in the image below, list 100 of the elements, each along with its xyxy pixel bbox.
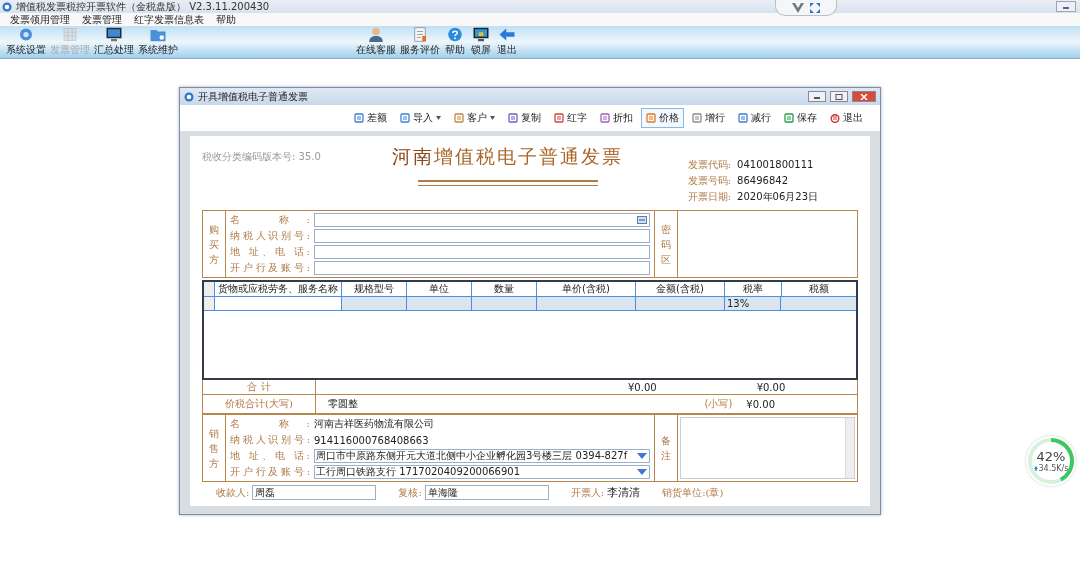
top-tab[interactable] <box>775 0 837 16</box>
grand-total-label: 价税合计(大写) <box>203 395 316 413</box>
toolbar-button[interactable]: 系统维护 <box>136 26 180 58</box>
app-logo-icon <box>2 1 12 12</box>
signature-label: 开票人: <box>570 485 605 500</box>
up-arrow-icon <box>1033 465 1038 471</box>
small-amount-label: (小写) <box>704 397 733 411</box>
meta-label: 发票号码: <box>687 174 732 188</box>
toolbar-button[interactable]: 折扣 <box>595 108 638 128</box>
scrollbar[interactable] <box>845 418 854 478</box>
table-row[interactable]: 13% <box>204 297 856 311</box>
column-header: 单位 <box>407 282 472 296</box>
grand-total-amount: ¥0.00 <box>746 398 775 410</box>
document-icon <box>354 113 364 123</box>
speed-widget[interactable]: 42% 34.5K/s <box>1026 436 1076 486</box>
meta-value: 86496842 <box>737 174 788 188</box>
toolbar-button[interactable]: 服务评价 <box>398 26 442 58</box>
column-header: 规格型号 <box>342 282 407 296</box>
input-field[interactable]: 周磊 <box>252 485 377 500</box>
remarks-field[interactable] <box>680 417 855 479</box>
toolbar-button[interactable]: 帮助 <box>442 26 468 58</box>
column-header: 数量 <box>472 282 537 296</box>
meta-value: 041001800111 <box>737 158 814 172</box>
invoice-title: 增值税电子普通发票 <box>434 145 623 167</box>
close-icon <box>860 93 868 100</box>
toolbar-button[interactable]: 保存 <box>779 108 822 128</box>
field-label: 开户行及账号: <box>230 465 310 479</box>
field-label: 纳税人识别号: <box>230 433 310 447</box>
minimize-button[interactable] <box>1056 1 1076 12</box>
menu-item[interactable]: 发票管理 <box>82 13 122 26</box>
side-label: 销售方 <box>203 415 226 481</box>
percent-text: 42% <box>1036 449 1066 464</box>
lookup-icon[interactable] <box>637 216 647 224</box>
column-header: 货物或应税劳务、服务名称 <box>215 282 342 296</box>
caret-icon <box>490 116 495 120</box>
signature-label: 收款人: <box>216 485 250 500</box>
menu-item[interactable]: 红字发票信息表 <box>134 13 204 26</box>
table-cell: 13% <box>725 297 781 310</box>
column-header: 单价(含税) <box>537 282 636 296</box>
column-header: 金额(含税) <box>636 282 725 296</box>
side-label: 备注 <box>655 415 678 481</box>
toolbar-button[interactable]: 客户 <box>449 108 500 128</box>
input-field[interactable]: 单海隆 <box>424 485 549 500</box>
toolbar-button[interactable]: 增行 <box>687 108 730 128</box>
toolbar-button[interactable]: 在线客服 <box>354 26 398 58</box>
toolbar-button[interactable]: 系统设置 <box>4 26 48 58</box>
menu-item[interactable]: 帮助 <box>216 13 236 26</box>
speed-text: 34.5K/s <box>1038 463 1069 473</box>
signature-label: 复核: <box>398 485 422 500</box>
toolbar-button[interactable]: 价格 <box>641 108 684 128</box>
input-field[interactable] <box>314 213 650 227</box>
toolbar-button[interactable]: 锁屏 <box>468 26 494 58</box>
toolbar-button[interactable]: 复制 <box>503 108 546 128</box>
total-amount: ¥0.00 <box>628 381 657 393</box>
toolbar-button[interactable]: 退出 <box>494 26 520 58</box>
app-logo-icon <box>184 91 194 102</box>
field-value: 河南吉祥医药物流有限公司 <box>314 417 434 431</box>
side-label: 购买方 <box>203 211 226 277</box>
meta-value: 2020年06月23日 <box>737 190 818 204</box>
document-icon <box>646 113 656 123</box>
maximize-icon <box>835 93 843 100</box>
meta-label: 开票日期: <box>687 190 732 204</box>
window-title: 增值税发票税控开票软件（金税盘版） V2.3.11.200430 <box>16 0 270 14</box>
signature-value: 李清清 <box>607 485 641 500</box>
dropdown-field[interactable]: 工行周口铁路支行 1717020409200066901 <box>314 465 650 479</box>
maximize-button[interactable] <box>830 91 848 102</box>
toolbar-button[interactable]: 退出 <box>825 108 868 128</box>
field-value: 914116000768408663 <box>314 434 429 446</box>
version-label: 税收分类编码版本号: 35.0 <box>202 150 322 164</box>
field-label: 地 址、电 话: <box>230 245 310 259</box>
dialog-title: 开具增值税电子普通发票 <box>198 89 308 104</box>
column-header: 税额 <box>808 282 830 296</box>
toolbar-button[interactable]: 减行 <box>733 108 776 128</box>
input-field[interactable] <box>215 297 342 310</box>
expand-icon[interactable] <box>809 1 821 14</box>
total-tax: ¥0.00 <box>756 381 786 393</box>
toolbar-button[interactable]: 汇总处理 <box>92 26 136 58</box>
field-label: 地 址、电 话: <box>230 449 310 463</box>
side-label: 密码区 <box>655 211 678 277</box>
field-label: 名 称: <box>230 417 310 431</box>
field-label: 开户行及账号: <box>230 261 310 275</box>
input-field[interactable] <box>314 245 650 259</box>
document-icon <box>600 113 610 123</box>
caret-icon <box>436 116 441 120</box>
input-field[interactable] <box>314 261 650 275</box>
meta-label: 发票代码: <box>687 158 732 172</box>
toolbar-button[interactable]: 差额 <box>349 108 392 128</box>
toolbar-button[interactable]: 导入 <box>395 108 446 128</box>
field-label: 纳税人识别号: <box>230 229 310 243</box>
close-button[interactable] <box>852 91 876 102</box>
amount-in-words: 零圆整 <box>328 397 358 411</box>
signature-label: 销货单位:(章) <box>662 485 724 500</box>
invoice-region: 河南 <box>392 145 434 167</box>
minimize-button[interactable] <box>808 91 826 102</box>
input-field[interactable] <box>314 229 650 243</box>
menu-item[interactable]: 发票领用管理 <box>10 13 70 26</box>
field-label: 名 称: <box>230 213 310 227</box>
dropdown-field[interactable]: 周口市中原路东侧开元大道北侧中小企业孵化园3号楼三层 0394-827f <box>314 449 650 463</box>
total-label: 合 计 <box>203 380 316 394</box>
toolbar-button[interactable]: 红字 <box>549 108 592 128</box>
